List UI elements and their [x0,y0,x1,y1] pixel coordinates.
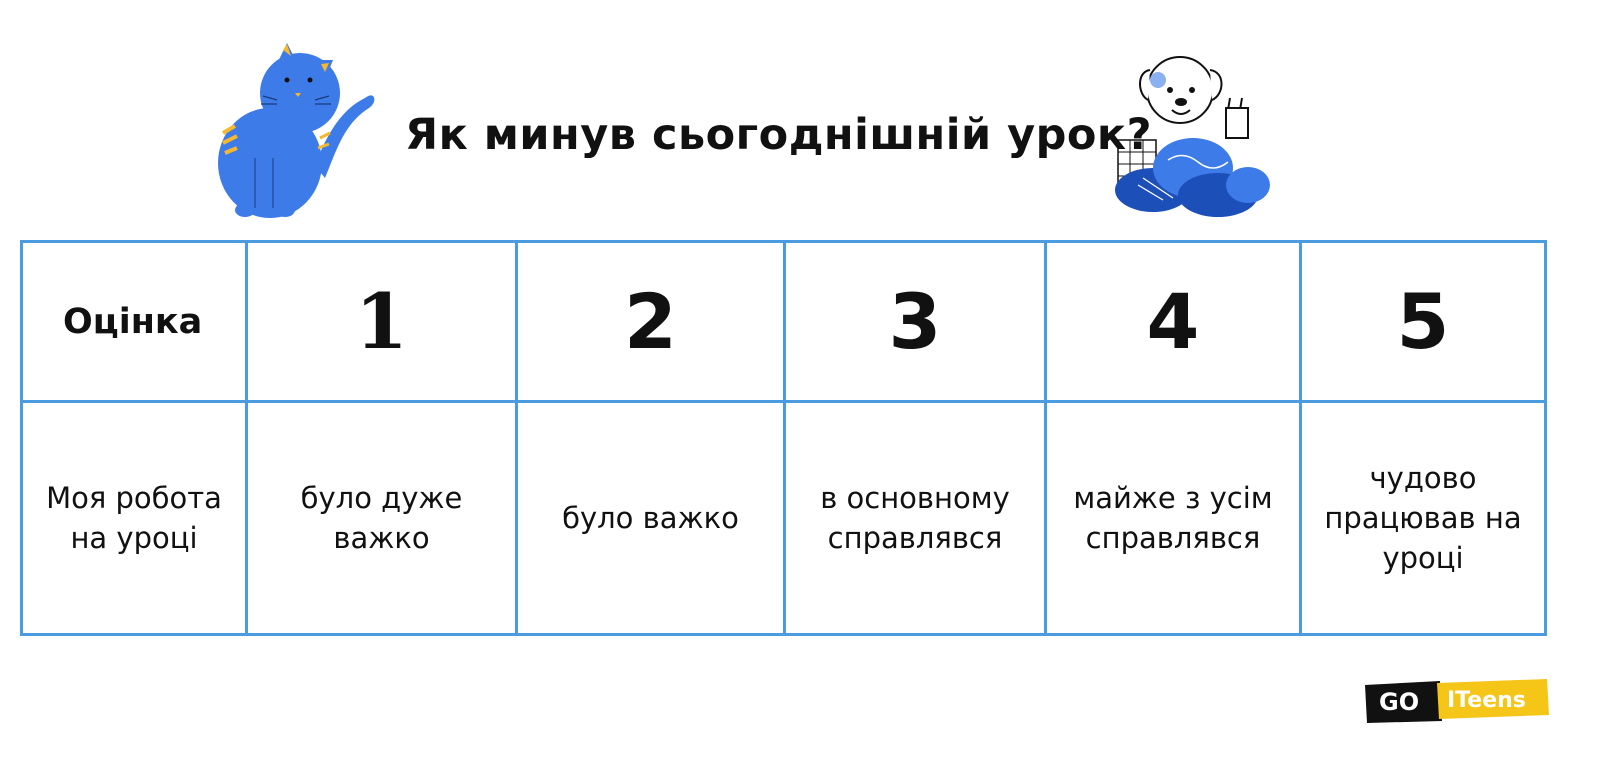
grade-1: 1 [245,240,518,403]
description-cell-3: в основному справлявся [783,400,1047,636]
grading-table: Оцінка 1 2 3 4 5 Моя робота на уроці бул… [20,240,1547,636]
dog-illustration [1115,56,1270,217]
description-cell-4: майже з усім справлявся [1044,400,1302,636]
description-cell-1: було дуже важко [245,400,518,636]
row-label-cell: Моя робота на уроці [20,400,248,636]
description-2: було важко [562,501,739,535]
goiteens-logo: GO ITeens [1365,679,1549,723]
logo-iteens-text: ITeens [1447,688,1526,713]
cat-illustration [218,43,375,218]
grade-description-row: Моя робота на уроці було дуже важко було… [20,400,1547,636]
grade-4: 4 [1044,240,1302,403]
grade-header-row: Оцінка 1 2 3 4 5 [20,240,1547,403]
grade-2: 2 [515,240,786,403]
description-4: майже з усім справлявся [1073,481,1273,555]
grade-header-label: Оцінка [20,240,248,403]
grade-3: 3 [783,240,1047,403]
description-5: чудово працював на уроці [1324,461,1522,575]
description-cell-2: було важко [515,400,786,636]
grade-5: 5 [1299,240,1547,403]
description-3: в основному справлявся [820,481,1010,555]
row-label: Моя робота на уроці [46,481,222,555]
description-cell-5: чудово працював на уроці [1299,400,1547,636]
logo-go-text: GO [1379,688,1419,716]
page-title: Як минув сьогоднішній урок? [405,110,1153,160]
description-1: було дуже важко [300,481,463,555]
